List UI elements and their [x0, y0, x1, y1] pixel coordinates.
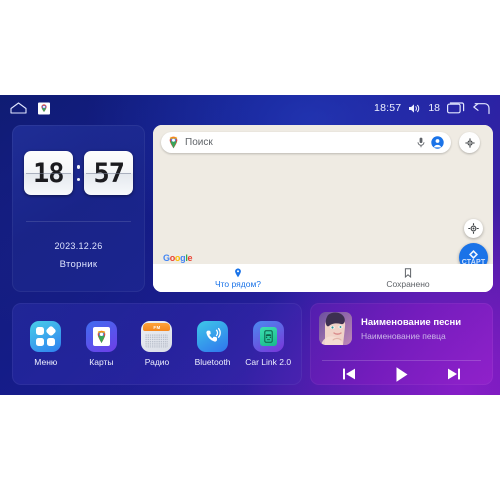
- map-pin-icon: [168, 136, 179, 149]
- app-menu[interactable]: Меню: [20, 321, 72, 367]
- clock-date: 2023.12.26: [54, 241, 103, 251]
- google-maps-icon: [85, 321, 117, 352]
- music-controls: [310, 363, 493, 385]
- map-nav-saved[interactable]: Сохранено: [323, 264, 493, 292]
- app-car-link-label: Car Link 2.0: [245, 357, 292, 367]
- bluetooth-call-icon: [197, 321, 229, 352]
- account-avatar-icon[interactable]: [431, 136, 444, 149]
- place-pin-icon: [234, 268, 242, 278]
- app-bluetooth[interactable]: Bluetooth: [187, 321, 239, 367]
- app-radio-label: Радио: [144, 357, 170, 367]
- music-divider: [322, 360, 481, 361]
- car-link-icon: [252, 321, 284, 352]
- map-search-bar[interactable]: Поиск: [161, 132, 451, 153]
- clock-hours: 18: [32, 157, 65, 189]
- my-location-icon: [468, 223, 479, 234]
- app-maps[interactable]: Карты: [75, 321, 127, 367]
- map-nav-nearby-label: Что рядом?: [214, 278, 262, 289]
- skip-previous-icon[interactable]: [341, 366, 357, 382]
- map-bottom-nav: Что рядом? Сохранено: [153, 264, 493, 292]
- google-attribution: Google: [163, 253, 193, 263]
- volume-level: 18: [428, 102, 440, 114]
- clock-minutes-tile: 57: [84, 151, 134, 195]
- song-artist: Наименование певца: [361, 330, 446, 341]
- google-maps-notification-icon[interactable]: [38, 102, 50, 115]
- search-placeholder: Поиск: [185, 137, 213, 148]
- map-layers-button[interactable]: [459, 132, 480, 153]
- map-nav-nearby[interactable]: Что рядом?: [153, 264, 323, 292]
- app-maps-label: Карты: [89, 357, 114, 367]
- clock-minutes: 57: [93, 157, 125, 189]
- app-shelf: Меню Карты FM Радио Bluetooth Car Link 2…: [12, 303, 302, 385]
- clock-divider: [26, 221, 131, 222]
- music-player-widget: Наименование песни Наименование певца: [310, 303, 493, 385]
- apps-grid-icon: [30, 321, 62, 352]
- clock-widget[interactable]: 18 57 2023.12.26 Вторник: [12, 125, 145, 292]
- my-location-button[interactable]: [464, 219, 483, 238]
- skip-next-icon[interactable]: [446, 366, 462, 382]
- clock-colon: [76, 165, 82, 181]
- song-title: Наименование песни: [361, 316, 462, 328]
- back-icon[interactable]: [472, 102, 490, 115]
- maps-widget[interactable]: Поиск G o o g l e СТАРТ Что рядом? Сохра…: [153, 125, 493, 292]
- play-icon[interactable]: [392, 365, 411, 384]
- status-time: 18:57: [374, 102, 402, 114]
- map-nav-saved-label: Сохранено: [386, 278, 430, 289]
- volume-icon[interactable]: [408, 103, 421, 114]
- recents-icon[interactable]: [447, 102, 465, 114]
- car-head-unit-screen: 18:57 18 18 57 2023.12.26 Вторник Поиск …: [0, 95, 500, 395]
- clock-hours-tile: 18: [23, 151, 73, 195]
- album-art: [319, 312, 352, 345]
- music-info: Наименование песни Наименование певца: [319, 312, 461, 345]
- home-icon[interactable]: [10, 102, 27, 114]
- radio-band-label: FM: [153, 324, 161, 330]
- bookmark-icon: [404, 267, 412, 278]
- app-menu-label: Меню: [34, 357, 58, 367]
- app-bluetooth-label: Bluetooth: [194, 357, 231, 367]
- app-car-link[interactable]: Car Link 2.0: [242, 321, 294, 367]
- microphone-icon[interactable]: [417, 137, 425, 148]
- app-radio[interactable]: FM Радио: [131, 321, 183, 367]
- clock-weekday: Вторник: [59, 259, 98, 270]
- fm-radio-icon: FM: [141, 321, 173, 352]
- flip-clock: 18 57: [12, 151, 145, 195]
- status-bar: 18:57 18: [0, 95, 500, 121]
- map-layers-icon: [464, 137, 475, 148]
